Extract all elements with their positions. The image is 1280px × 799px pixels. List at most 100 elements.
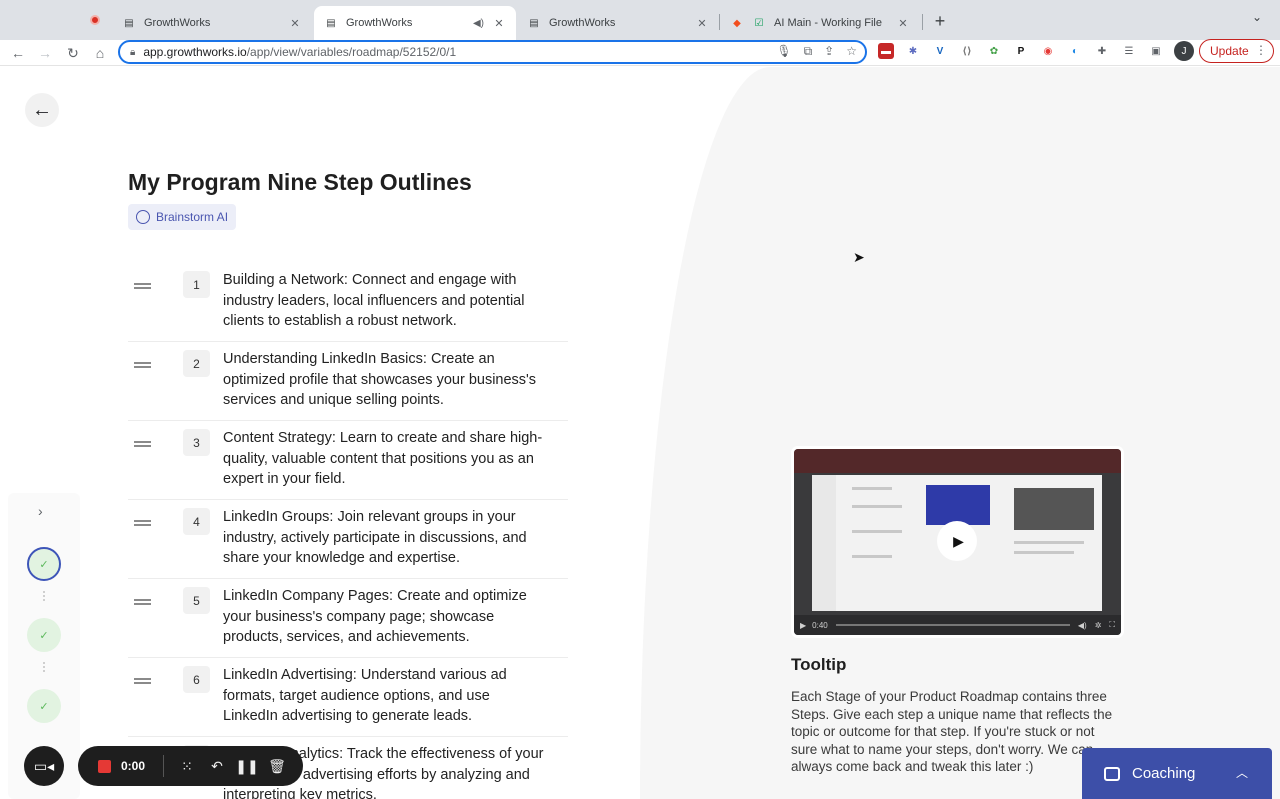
close-tab-icon[interactable]: ✕ xyxy=(288,16,302,30)
pause-icon[interactable]: ❚❚ xyxy=(232,758,262,775)
home-icon[interactable]: ⌂ xyxy=(90,43,110,63)
video-controls: ▶ 0:40 ◀) ✲ ⛶ xyxy=(794,615,1121,635)
check-icon: ✓ xyxy=(39,558,49,571)
camera-button[interactable]: ▭◂ xyxy=(24,746,64,786)
drag-handle-icon[interactable] xyxy=(134,599,151,605)
extension-code-icon[interactable]: ⟨⟩ xyxy=(959,43,975,59)
video-frame-line xyxy=(852,555,892,558)
settings-gear-icon[interactable]: ✲ xyxy=(1095,621,1102,630)
profile-avatar[interactable]: J xyxy=(1174,41,1194,61)
extension-circle-icon[interactable]: ◉ xyxy=(1040,43,1056,59)
close-tab-icon[interactable]: ✕ xyxy=(896,16,910,30)
step-text[interactable]: LinkedIn Company Pages: Create and optim… xyxy=(223,586,548,648)
chevron-right-icon[interactable]: › xyxy=(38,503,43,519)
fullscreen-icon[interactable]: ⛶ xyxy=(1109,620,1115,630)
browser-tab-3[interactable]: ▤ GrowthWorks ✕ xyxy=(517,6,719,40)
drag-handle-icon[interactable] xyxy=(134,678,151,684)
video-frame-line xyxy=(1014,541,1084,544)
checkbox-emoji-icon: ☑ xyxy=(754,17,764,29)
brainstorm-ai-button[interactable]: Brainstorm AI xyxy=(128,204,237,230)
reload-icon[interactable]: ↻ xyxy=(63,43,83,63)
coaching-label: Coaching xyxy=(1132,765,1196,782)
grid-icon[interactable]: ⁙ xyxy=(172,758,202,775)
video-frame-sidebar xyxy=(812,475,836,611)
drag-handle-icon[interactable] xyxy=(134,283,151,289)
browser-tab-2[interactable]: ▤ GrowthWorks ◀) ✕ xyxy=(314,6,516,40)
stage-check-current[interactable]: ✓ xyxy=(27,547,61,581)
drag-handle-icon[interactable] xyxy=(134,520,151,526)
extension-p-icon[interactable]: P xyxy=(1013,43,1029,59)
stage-check[interactable]: ✓ xyxy=(27,618,61,652)
step-item: 5 LinkedIn Company Pages: Create and opt… xyxy=(128,579,568,658)
browser-tab-1[interactable]: ▤ GrowthWorks ✕ xyxy=(112,6,312,40)
new-tab-button[interactable]: + xyxy=(929,10,951,32)
check-icon: ✓ xyxy=(39,700,49,713)
back-arrow-button[interactable]: ← xyxy=(25,93,59,127)
brainstorm-ai-label: Brainstorm AI xyxy=(156,210,229,224)
video-progress-bar[interactable] xyxy=(835,624,1070,626)
tab-title: GrowthWorks xyxy=(144,17,211,29)
video-frame-line xyxy=(852,505,902,508)
more-menu-icon[interactable]: ⋮ xyxy=(1255,43,1267,57)
step-text[interactable]: Content Strategy: Learn to create and sh… xyxy=(223,428,548,490)
step-item: 4 LinkedIn Groups: Join relevant groups … xyxy=(128,500,568,579)
undo-icon[interactable]: ↶ xyxy=(202,758,232,775)
reading-list-icon[interactable]: ☰ xyxy=(1121,43,1137,59)
tab-search-chevron-icon[interactable]: ⌄ xyxy=(1252,10,1262,24)
extension-red-icon[interactable]: ▬ xyxy=(878,43,894,59)
browser-toolbar: ← → ↻ ⌂ 🔒︎ app.growthworks.io/app/view/v… xyxy=(0,40,1280,66)
extension-colors-icon[interactable]: ✿ xyxy=(986,43,1002,59)
growthworks-favicon-icon: ▤ xyxy=(529,17,539,29)
step-item: 6 LinkedIn Advertising: Understand vario… xyxy=(128,658,568,737)
trash-icon[interactable]: 🗑︎ xyxy=(262,758,292,775)
extension-asterisk-icon[interactable]: ✱ xyxy=(905,43,921,59)
step-number: 1 xyxy=(183,271,210,298)
step-text[interactable]: Building a Network: Connect and engage w… xyxy=(223,270,548,332)
play-button-icon[interactable]: ▶ xyxy=(937,521,977,561)
video-frame-topbar xyxy=(794,449,1121,473)
stop-recording-button[interactable] xyxy=(98,759,111,773)
close-tab-icon[interactable]: ✕ xyxy=(492,16,506,30)
lock-icon: 🔒︎ xyxy=(130,46,136,58)
step-list: 1 Building a Network: Connect and engage… xyxy=(128,263,568,799)
microphone-icon[interactable]: 🎙︎ xyxy=(776,44,791,59)
tab-title: GrowthWorks xyxy=(549,17,616,29)
step-text[interactable]: LinkedIn Advertising: Understand various… xyxy=(223,665,548,727)
close-tab-icon[interactable]: ✕ xyxy=(695,16,709,30)
tooltip-text: Each Stage of your Product Roadmap conta… xyxy=(791,689,1113,774)
tutorial-video[interactable]: ▶ ▶ 0:40 ◀) ✲ ⛶ xyxy=(794,449,1121,635)
audio-playing-icon[interactable]: ◀) xyxy=(473,18,484,29)
browser-tab-strip: ▤ GrowthWorks ✕ ▤ GrowthWorks ◀) ✕ ▤ Gro… xyxy=(0,0,1280,40)
back-nav-icon[interactable]: ← xyxy=(8,43,28,63)
drag-handle-icon[interactable] xyxy=(134,362,151,368)
update-label: Update xyxy=(1210,44,1249,58)
video-frame-block xyxy=(926,485,990,525)
volume-icon[interactable]: ◀) xyxy=(1078,621,1087,630)
figma-favicon-icon: ◆ xyxy=(733,17,741,29)
open-in-icon[interactable]: ⧉ xyxy=(804,44,813,59)
step-number: 2 xyxy=(183,350,210,377)
drag-handle-icon[interactable] xyxy=(134,441,151,447)
extensions-puzzle-icon[interactable]: ✚ xyxy=(1094,43,1110,59)
coaching-button[interactable]: Coaching ︿ xyxy=(1082,748,1272,799)
forward-nav-icon[interactable]: → xyxy=(35,43,55,63)
growthworks-favicon-icon: ▤ xyxy=(326,17,336,29)
address-bar[interactable]: 🔒︎ app.growthworks.io/app/view/variables… xyxy=(118,40,867,64)
stage-check[interactable]: ✓ xyxy=(27,689,61,723)
bookmark-star-icon[interactable]: ☆ xyxy=(846,44,857,59)
side-panel-icon[interactable]: ▣ xyxy=(1148,43,1164,59)
arrow-left-icon: ← xyxy=(32,98,52,121)
recording-time: 0:00 xyxy=(121,759,146,773)
play-small-icon[interactable]: ▶ xyxy=(800,621,806,630)
video-frame-thumbnail xyxy=(1014,488,1094,530)
extension-v-icon[interactable]: V xyxy=(932,43,948,59)
app-page: ← My Program Nine Step Outlines Brainsto… xyxy=(0,67,1280,799)
share-icon[interactable]: ⇪ xyxy=(824,44,834,59)
chevron-up-icon: ︿ xyxy=(1235,766,1248,780)
step-number: 6 xyxy=(183,666,210,693)
update-button[interactable]: Update ⋮ xyxy=(1199,39,1274,63)
step-text[interactable]: Understanding LinkedIn Basics: Create an… xyxy=(223,349,548,411)
extension-edge-icon[interactable]: ◐ xyxy=(1067,43,1083,59)
browser-tab-4[interactable]: ◆ ☑ AI Main - Working File ✕ xyxy=(720,6,920,40)
step-text[interactable]: LinkedIn Groups: Join relevant groups in… xyxy=(223,507,548,569)
